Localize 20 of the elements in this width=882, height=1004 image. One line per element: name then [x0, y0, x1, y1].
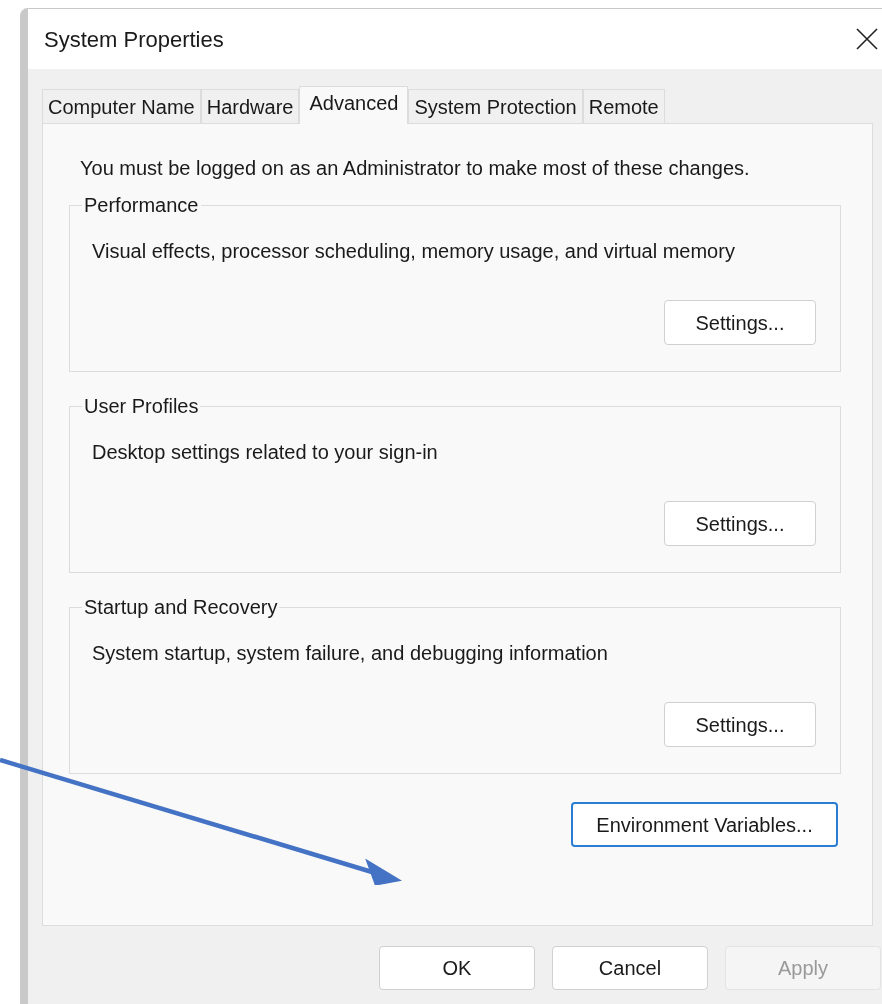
- tab[interactable]: Computer Name: [42, 89, 201, 123]
- settings-button[interactable]: Settings...: [664, 501, 816, 546]
- settings-button[interactable]: Settings...: [664, 300, 816, 345]
- group-title: Performance: [83, 193, 200, 218]
- close-icon[interactable]: [856, 28, 878, 50]
- tab[interactable]: System Protection: [408, 89, 583, 123]
- settings-button[interactable]: Settings...: [664, 702, 816, 747]
- group-description: Desktop settings related to your sign-in: [92, 440, 439, 465]
- group-title: User Profiles: [83, 394, 200, 419]
- group-description: System startup, system failure, and debugging information: [92, 641, 609, 666]
- notice-text: You must be logged on as an Administrator to make most of these changes.: [80, 156, 751, 180]
- group-description: Visual effects, processor scheduling, memory usage, and virtual memory: [92, 239, 736, 264]
- tab[interactable]: Hardware: [200, 89, 300, 123]
- dialog-button[interactable]: Cancel: [552, 946, 708, 990]
- window-title: System Properties: [44, 25, 224, 54]
- group-title: Startup and Recovery: [83, 595, 279, 620]
- tab[interactable]: Remote: [582, 89, 665, 123]
- tab[interactable]: Advanced: [299, 86, 409, 124]
- dialog-button[interactable]: OK: [379, 946, 535, 990]
- environment-variables-button[interactable]: Environment Variables...: [571, 802, 838, 847]
